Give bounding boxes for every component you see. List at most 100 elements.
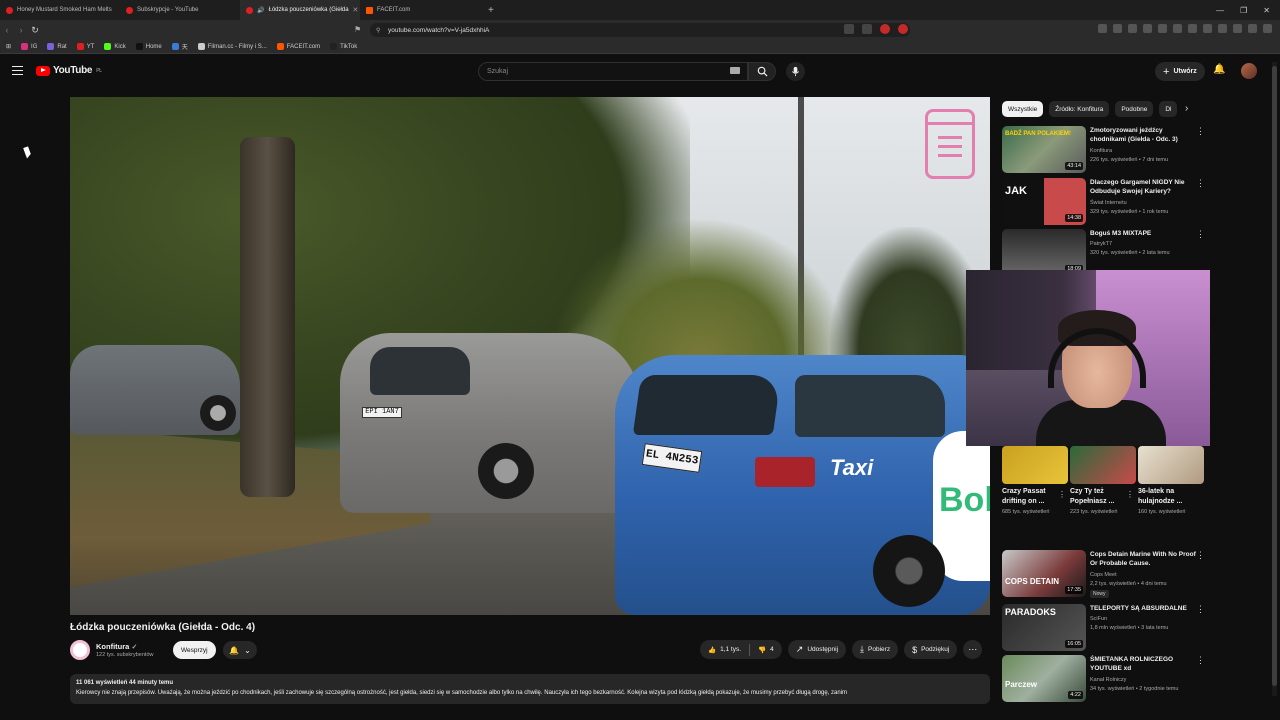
rewards-icon[interactable] bbox=[898, 24, 908, 34]
extension-icon[interactable] bbox=[1218, 24, 1227, 33]
recommended-video[interactable]: BADŹ PAN POLAKIEM! 43:14 Zmotoryzowani je… bbox=[1002, 126, 1212, 174]
short-item[interactable]: Czy Ty też Popełniasz ... 223 tys. wyświ… bbox=[1070, 446, 1136, 516]
channel-name[interactable]: Cops Meet bbox=[1090, 572, 1117, 578]
channel-name[interactable]: Konfitura ✓ bbox=[96, 642, 137, 651]
video-thumbnail[interactable]: 18:09 bbox=[1002, 229, 1086, 276]
minimize-icon[interactable]: — bbox=[1216, 6, 1224, 15]
video-thumbnail[interactable]: JAK 14:38 bbox=[1002, 178, 1086, 225]
short-thumbnail[interactable] bbox=[1002, 446, 1068, 484]
url-input[interactable]: ⚲ youtube.com/watch?v=V-ja5dxhhiA bbox=[370, 23, 910, 37]
video-thumbnail[interactable]: COPS DETAIN 17:35 bbox=[1002, 550, 1086, 597]
close-window-icon[interactable]: ✕ bbox=[1263, 6, 1270, 15]
screen-share-icon[interactable] bbox=[844, 24, 854, 34]
channel-name[interactable]: SciFun bbox=[1090, 616, 1107, 622]
support-button[interactable]: Wesprzyj bbox=[173, 641, 216, 659]
more-actions-icon[interactable]: ⋯ bbox=[963, 640, 983, 659]
more-options-icon[interactable]: ⋮ bbox=[1196, 604, 1205, 615]
extension-icon[interactable] bbox=[1233, 24, 1242, 33]
channel-name[interactable]: Konfitura bbox=[1090, 148, 1112, 154]
channel-name[interactable]: Świat Internetu bbox=[1090, 200, 1127, 206]
channel-avatar[interactable] bbox=[70, 640, 90, 660]
share-button[interactable]: ↗ Udostępnij bbox=[787, 640, 847, 659]
video-description[interactable]: 11 061 wyświetleń 44 minuty temu Kierowc… bbox=[70, 674, 990, 704]
extension-icon[interactable] bbox=[1113, 24, 1122, 33]
extension-icon[interactable] bbox=[1128, 24, 1137, 33]
video-title[interactable]: Zmotoryzowani jeźdźcy chodnikami (Giełda… bbox=[1090, 126, 1198, 144]
chevron-right-icon[interactable]: › bbox=[1185, 103, 1188, 114]
channel-name[interactable]: Kanał Rolniczy bbox=[1090, 677, 1126, 683]
video-title[interactable]: Boguś M3 MIXTAPE bbox=[1090, 229, 1198, 238]
bookmark-item[interactable]: Kick bbox=[104, 43, 126, 50]
video-player[interactable]: EPI 1AN7 EL 4N253 Taxi Bol bbox=[70, 97, 990, 615]
dislike-button[interactable]: 👎 4 bbox=[750, 640, 782, 659]
thanks-button[interactable]: $ Podziękuj bbox=[904, 640, 958, 659]
brave-shield-icon[interactable] bbox=[880, 24, 890, 34]
reload-icon[interactable]: ↻ bbox=[28, 25, 42, 36]
short-title[interactable]: 36-latek na hulajnodze ... bbox=[1138, 487, 1204, 507]
restore-icon[interactable]: ❐ bbox=[1240, 6, 1247, 15]
extension-icon[interactable] bbox=[1248, 24, 1257, 33]
apps-grid-icon[interactable]: ⊞ bbox=[6, 43, 11, 50]
bookmark-item[interactable]: 天 bbox=[171, 42, 188, 51]
chip-more[interactable]: Dl bbox=[1159, 101, 1178, 117]
bookmark-item[interactable]: TikTok bbox=[330, 43, 357, 50]
site-info-icon[interactable]: ⚲ bbox=[376, 27, 380, 34]
search-button[interactable] bbox=[748, 62, 776, 81]
extension-icon[interactable] bbox=[1188, 24, 1197, 33]
video-thumbnail[interactable]: PARADOKS 16:05 bbox=[1002, 604, 1086, 651]
search-input[interactable]: Szukaj bbox=[478, 62, 748, 81]
scrollbar-thumb[interactable] bbox=[1272, 66, 1277, 686]
hamburger-menu-icon[interactable] bbox=[12, 66, 23, 75]
bookmark-item[interactable]: IG bbox=[21, 43, 37, 50]
short-thumbnail[interactable] bbox=[1070, 446, 1136, 484]
account-avatar[interactable] bbox=[1241, 63, 1257, 79]
recommended-video[interactable]: PARADOKS 16:05 TELEPORTY SĄ ABSURDALNE Sc… bbox=[1002, 604, 1212, 652]
video-title[interactable]: Dlaczego Gargamel NIGDY Nie Odbuduje Swo… bbox=[1090, 178, 1198, 196]
like-button[interactable]: 👍 1,1 tys. bbox=[700, 640, 749, 659]
bookmark-icon[interactable]: ⚑ bbox=[354, 25, 361, 34]
bookmark-item[interactable]: FACEIT.com bbox=[276, 43, 320, 50]
more-options-icon[interactable]: ⋮ bbox=[1126, 490, 1134, 499]
recommended-video[interactable]: COPS DETAIN 17:35 Cops Detain Marine With… bbox=[1002, 550, 1212, 598]
page-scrollbar[interactable] bbox=[1272, 62, 1277, 696]
more-options-icon[interactable]: ⋮ bbox=[1196, 126, 1205, 137]
browser-tab[interactable]: Subskrypcje - YouTube bbox=[120, 0, 240, 20]
video-title[interactable]: Cops Detain Marine With No Proof Or Prob… bbox=[1090, 550, 1198, 568]
browser-tab-active[interactable]: 🔊 Łódzka pouczeniówka (Giełda ✕ bbox=[240, 0, 360, 20]
video-title[interactable]: ŚMIETANKA ROLNICZEGO YOUTUBE xd bbox=[1090, 655, 1198, 673]
browser-tab[interactable]: Honey Mustard Smoked Ham Melts bbox=[0, 0, 120, 20]
bookmark-item[interactable]: Filman.cc - Filmy i S... bbox=[197, 43, 267, 50]
extension-icon[interactable] bbox=[1098, 24, 1107, 33]
close-tab-icon[interactable]: ✕ bbox=[353, 6, 359, 14]
recommended-video[interactable]: JAK 14:38 Dlaczego Gargamel NIGDY Nie Odb… bbox=[1002, 178, 1212, 226]
video-thumbnail[interactable]: BADŹ PAN POLAKIEM! 43:14 bbox=[1002, 126, 1086, 173]
extension-icon[interactable] bbox=[1143, 24, 1152, 33]
more-options-icon[interactable]: ⋮ bbox=[1058, 490, 1066, 499]
extension-icon[interactable] bbox=[1158, 24, 1167, 33]
voice-search-button[interactable] bbox=[786, 62, 805, 81]
download-button[interactable]: ⤓ Pobierz bbox=[852, 640, 899, 659]
create-button[interactable]: + Utwórz bbox=[1155, 62, 1205, 81]
back-icon[interactable]: ‹ bbox=[0, 25, 14, 35]
short-item[interactable]: 36-latek na hulajnodze ... 160 tys. wyśw… bbox=[1138, 446, 1204, 516]
short-item[interactable]: Crazy Passat drifting on ... 685 tys. wy… bbox=[1002, 446, 1068, 516]
browser-tab[interactable]: FACEIT.com bbox=[360, 0, 480, 20]
bookmark-item[interactable]: Home bbox=[135, 43, 162, 50]
notifications-bell-icon[interactable]: 🔔 bbox=[1213, 64, 1225, 75]
more-options-icon[interactable]: ⋮ bbox=[1196, 178, 1205, 189]
chip-similar[interactable]: Podobne bbox=[1115, 101, 1154, 117]
channel-name[interactable]: PatrykT7 bbox=[1090, 241, 1112, 247]
share-page-icon[interactable] bbox=[862, 24, 872, 34]
short-thumbnail[interactable] bbox=[1138, 446, 1204, 484]
browser-menu-icon[interactable] bbox=[1263, 24, 1272, 33]
keyboard-icon[interactable] bbox=[730, 67, 740, 74]
notification-settings-button[interactable]: 🔔 ⌄ bbox=[223, 641, 257, 659]
video-thumbnail[interactable]: Parczew 4:22 bbox=[1002, 655, 1086, 702]
more-options-icon[interactable]: ⋮ bbox=[1196, 655, 1205, 666]
extension-icon[interactable] bbox=[1203, 24, 1212, 33]
more-options-icon[interactable]: ⋮ bbox=[1196, 550, 1205, 561]
recommended-video[interactable]: Parczew 4:22 ŚMIETANKA ROLNICZEGO YOUTUBE… bbox=[1002, 655, 1212, 703]
chip-all[interactable]: Wszystkie bbox=[1002, 101, 1044, 117]
video-title[interactable]: TELEPORTY SĄ ABSURDALNE bbox=[1090, 604, 1198, 613]
extension-icon[interactable] bbox=[1173, 24, 1182, 33]
